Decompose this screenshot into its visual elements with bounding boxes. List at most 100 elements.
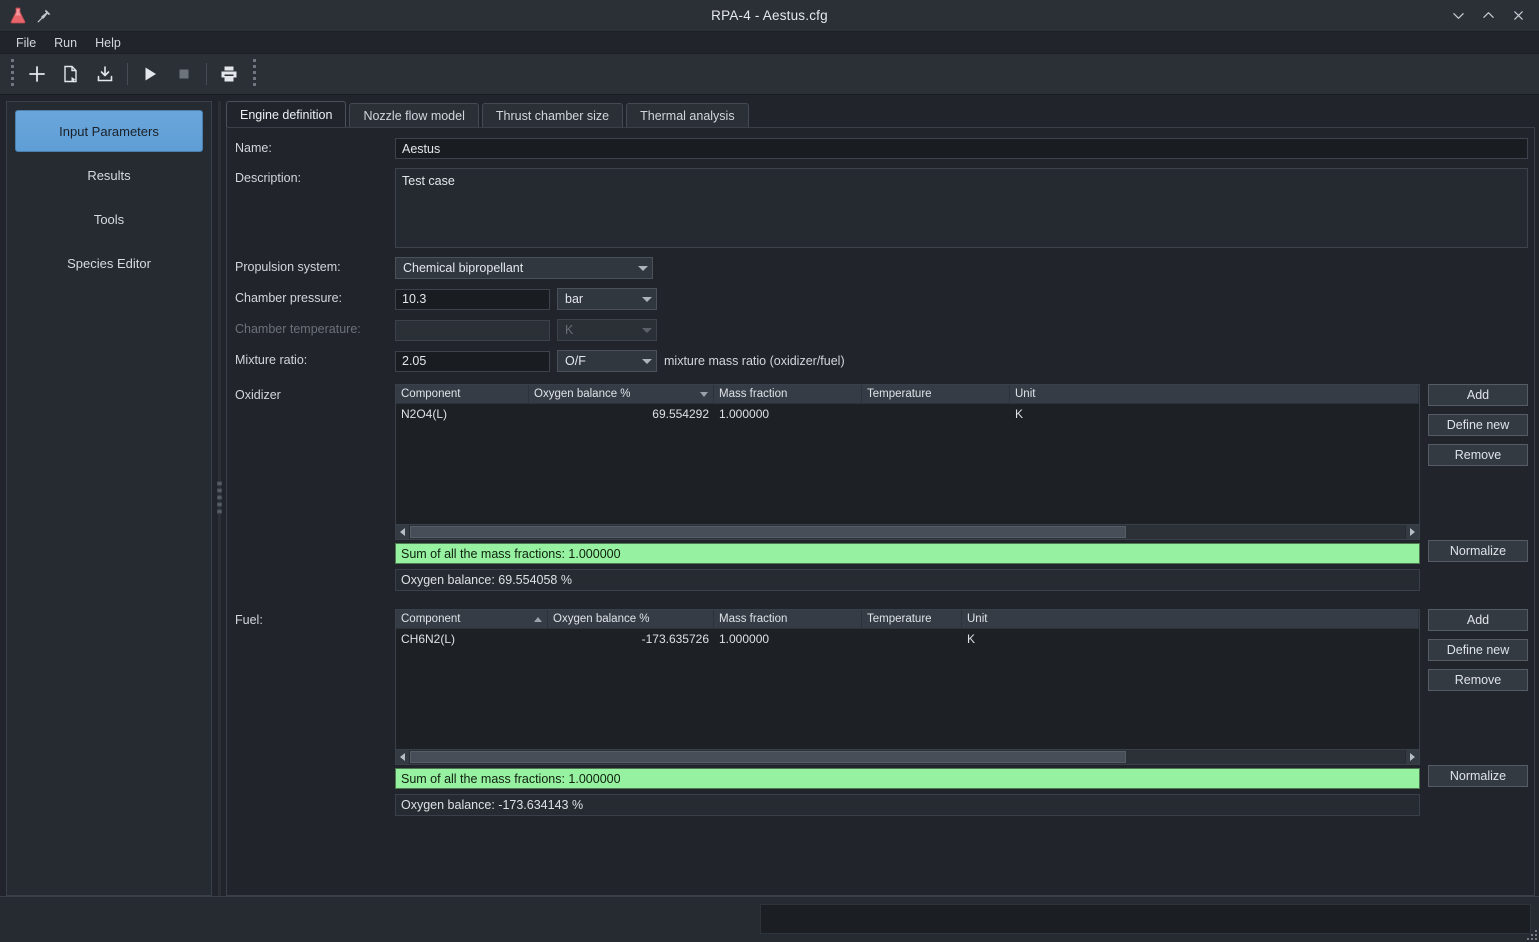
fuel-normalize-button[interactable]: Normalize — [1428, 765, 1528, 787]
resize-grip-icon[interactable] — [1525, 928, 1537, 940]
window-title: RPA-4 - Aestus.cfg — [0, 8, 1539, 23]
mixture-ratio-unit-select[interactable]: O/F — [557, 350, 657, 372]
chamber-temperature-label: Chamber temperature: — [235, 319, 395, 336]
chamber-pressure-input[interactable] — [395, 289, 550, 310]
scroll-left-button[interactable] — [396, 525, 410, 539]
close-button[interactable] — [1503, 3, 1533, 29]
oxidizer-add-button[interactable]: Add — [1428, 384, 1528, 406]
minimize-button[interactable] — [1443, 3, 1473, 29]
scroll-track[interactable] — [410, 525, 1405, 539]
sidebar-item-results[interactable]: Results — [15, 154, 203, 196]
sidebar: Input Parameters Results Tools Species E… — [6, 101, 212, 896]
column-header-label: Oxygen balance % — [534, 388, 631, 400]
fuel-table-header: Component Oxygen balance % Mass fraction… — [396, 610, 1419, 629]
chamber-pressure-row: Chamber pressure: bar — [235, 288, 1528, 310]
table-row[interactable]: N2O4(L) 69.554292 1.000000 K — [396, 404, 1419, 424]
toolbar-drag-handle-left[interactable] — [7, 61, 17, 87]
scroll-right-button[interactable] — [1405, 525, 1419, 539]
scroll-track[interactable] — [410, 750, 1405, 764]
run-button[interactable] — [133, 59, 167, 89]
tab-engine-definition[interactable]: Engine definition — [226, 101, 346, 127]
chamber-temperature-unit-select[interactable]: K — [557, 319, 657, 341]
maximize-button[interactable] — [1473, 3, 1503, 29]
sort-ascending-icon — [534, 617, 542, 622]
sidebar-item-species-editor[interactable]: Species Editor — [15, 242, 203, 284]
fuel-col-component[interactable]: Component — [396, 610, 548, 628]
chevron-down-icon — [638, 266, 648, 271]
oxidizer-buttons: Add Define new Remove — [1428, 384, 1528, 466]
fuel-col-oxygen-balance[interactable]: Oxygen balance % — [548, 610, 714, 628]
main-body: Input Parameters Results Tools Species E… — [0, 95, 1539, 896]
fuel-add-button[interactable]: Add — [1428, 609, 1528, 631]
column-header-label: Unit — [1015, 388, 1035, 400]
mixture-ratio-row: Mixture ratio: O/F mixture mass ratio (o… — [235, 350, 1528, 372]
chamber-temperature-control: K — [395, 319, 1528, 341]
cell-unit: K — [962, 632, 1419, 646]
flask-icon — [8, 6, 28, 26]
sidebar-item-tools[interactable]: Tools — [15, 198, 203, 240]
column-header-label: Temperature — [867, 613, 932, 625]
tab-thrust-chamber-size[interactable]: Thrust chamber size — [482, 103, 623, 127]
tab-thermal-analysis[interactable]: Thermal analysis — [626, 103, 748, 127]
toolbar-drag-handle-right[interactable] — [249, 61, 259, 87]
oxidizer-table-body: N2O4(L) 69.554292 1.000000 K — [396, 404, 1419, 524]
arrow-left-icon — [400, 753, 405, 761]
oxidizer-col-temperature[interactable]: Temperature — [862, 385, 1010, 403]
stop-button[interactable] — [167, 59, 201, 89]
arrow-right-icon — [1410, 753, 1415, 761]
chamber-pressure-unit-select[interactable]: bar — [557, 288, 657, 310]
chamber-temperature-input[interactable] — [395, 320, 550, 341]
scroll-thumb[interactable] — [410, 526, 1126, 538]
table-row[interactable]: CH6N2(L) -173.635726 1.000000 K — [396, 629, 1419, 649]
column-header-label: Component — [401, 388, 460, 400]
print-button[interactable] — [212, 59, 246, 89]
toolbar-separator-2 — [206, 63, 207, 85]
mixture-ratio-hint: mixture mass ratio (oxidizer/fuel) — [664, 354, 845, 368]
mixture-ratio-input[interactable] — [395, 351, 550, 372]
save-button[interactable] — [88, 59, 122, 89]
fuel-horizontal-scrollbar[interactable] — [396, 749, 1419, 764]
propulsion-system-control: Chemical bipropellant — [395, 257, 1528, 279]
fuel-table-body: CH6N2(L) -173.635726 1.000000 K — [396, 629, 1419, 749]
oxidizer-section: Oxidizer Component Oxygen balance % — [235, 384, 1528, 540]
tab-nozzle-flow-model[interactable]: Nozzle flow model — [349, 103, 478, 127]
panel-splitter[interactable] — [212, 101, 226, 896]
oxidizer-col-oxygen-balance[interactable]: Oxygen balance % — [529, 385, 714, 403]
propulsion-system-select[interactable]: Chemical bipropellant — [395, 257, 653, 279]
oxidizer-col-unit[interactable]: Unit — [1010, 385, 1419, 403]
menu-run[interactable]: Run — [46, 33, 85, 53]
oxidizer-horizontal-scrollbar[interactable] — [396, 524, 1419, 539]
description-label: Description: — [235, 168, 395, 185]
chevron-down-icon — [642, 328, 652, 333]
fuel-label: Fuel: — [235, 609, 395, 627]
scroll-right-button[interactable] — [1405, 750, 1419, 764]
oxidizer-col-mass-fraction[interactable]: Mass fraction — [714, 385, 862, 403]
column-header-label: Mass fraction — [719, 613, 787, 625]
fuel-define-new-button[interactable]: Define new — [1428, 639, 1528, 661]
oxidizer-col-component[interactable]: Component — [396, 385, 529, 403]
scroll-left-button[interactable] — [396, 750, 410, 764]
mixture-ratio-label: Mixture ratio: — [235, 350, 395, 367]
open-button[interactable] — [54, 59, 88, 89]
scroll-thumb[interactable] — [410, 751, 1126, 763]
fuel-remove-button[interactable]: Remove — [1428, 669, 1528, 691]
cell-component: CH6N2(L) — [396, 632, 548, 646]
fuel-col-mass-fraction[interactable]: Mass fraction — [714, 610, 862, 628]
mixture-ratio-unit-value: O/F — [565, 354, 634, 368]
name-input[interactable] — [395, 138, 1528, 159]
fuel-col-unit[interactable]: Unit — [962, 610, 1419, 628]
new-button[interactable] — [20, 59, 54, 89]
sidebar-item-label: Results — [87, 168, 130, 183]
oxidizer-define-new-button[interactable]: Define new — [1428, 414, 1528, 436]
description-input[interactable] — [395, 168, 1528, 248]
cell-mass-fraction: 1.000000 — [714, 632, 862, 646]
oxidizer-normalize-button[interactable]: Normalize — [1428, 540, 1528, 562]
pin-icon[interactable] — [36, 8, 52, 24]
menu-help[interactable]: Help — [87, 33, 129, 53]
menu-file[interactable]: File — [8, 33, 44, 53]
splitter-bar — [218, 101, 221, 896]
status-bar — [0, 896, 1539, 942]
oxidizer-remove-button[interactable]: Remove — [1428, 444, 1528, 466]
sidebar-item-input-parameters[interactable]: Input Parameters — [15, 110, 203, 152]
fuel-col-temperature[interactable]: Temperature — [862, 610, 962, 628]
